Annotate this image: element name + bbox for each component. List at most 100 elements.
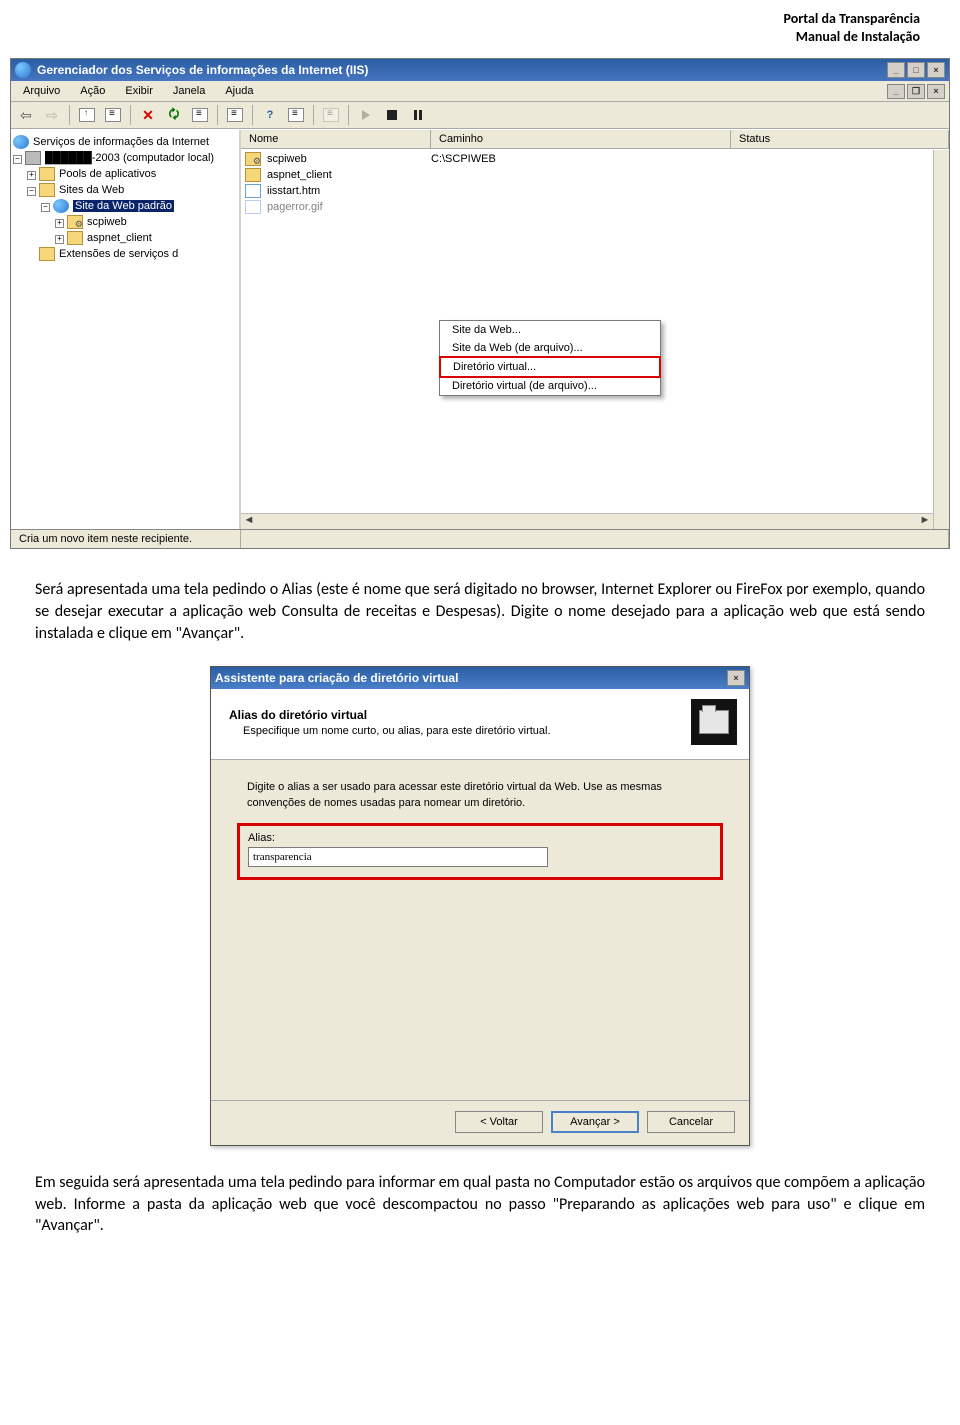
minimize-button[interactable]: _ xyxy=(887,62,905,78)
refresh-icon: 🗘 xyxy=(169,105,180,126)
tree-ext[interactable]: Extensões de serviços d xyxy=(13,246,237,262)
collapse-icon[interactable]: − xyxy=(41,203,50,212)
list-pane: Nome Caminho Status scpiweb C:\SCPIWEB a… xyxy=(241,130,949,529)
iis-icon xyxy=(15,62,31,78)
close-button[interactable]: × xyxy=(927,62,945,78)
menu-acao[interactable]: Ação xyxy=(72,83,113,99)
wizard-heading: Alias do diretório virtual xyxy=(229,708,551,722)
menu-arquivo[interactable]: Arquivo xyxy=(15,83,68,99)
tree-scpiweb-label: scpiweb xyxy=(87,216,127,228)
paragraph-1: Será apresentada uma tela pedindo o Alia… xyxy=(0,549,960,660)
menubar-row: Arquivo Ação Exibir Janela Ajuda _ ❐ × xyxy=(11,81,949,102)
stop-button[interactable] xyxy=(381,104,403,126)
horizontal-scrollbar[interactable]: ◄► xyxy=(241,513,933,529)
statusbar-pane2 xyxy=(241,530,949,548)
list-button[interactable] xyxy=(285,104,307,126)
site-icon xyxy=(53,199,69,213)
expand-icon[interactable]: + xyxy=(55,235,64,244)
properties-button[interactable] xyxy=(102,104,124,126)
tree-default-site[interactable]: − Site da Web padrão xyxy=(13,198,237,214)
submenu-site[interactable]: Site da Web... xyxy=(440,321,660,339)
novo-submenu: Site da Web... Site da Web (de arquivo).… xyxy=(439,320,661,396)
refresh-button[interactable]: 🗘 xyxy=(163,104,185,126)
titlebar: Gerenciador dos Serviços de informações … xyxy=(11,59,949,81)
submenu-site-arquivo[interactable]: Site da Web (de arquivo)... xyxy=(440,339,660,357)
folder-icon xyxy=(67,231,83,245)
menu-janela[interactable]: Janela xyxy=(165,83,213,99)
wizard-close-button[interactable]: × xyxy=(727,670,745,686)
webapp-icon xyxy=(67,215,83,229)
placeholder-icon xyxy=(323,108,339,122)
delete-button[interactable]: ✕ xyxy=(137,104,159,126)
tree-sites-label: Sites da Web xyxy=(59,184,124,196)
back-button[interactable]: < Voltar xyxy=(455,1111,543,1133)
tree-aspnet[interactable]: + aspnet_client xyxy=(13,230,237,246)
list-item[interactable]: scpiweb C:\SCPIWEB xyxy=(241,151,949,167)
tree-pools-label: Pools de aplicativos xyxy=(59,168,156,180)
wizard-header: Alias do diretório virtual Especifique u… xyxy=(211,689,749,760)
list-item[interactable]: pagerror.gif xyxy=(241,199,949,215)
tree-aspnet-label: aspnet_client xyxy=(87,232,152,244)
tree-server[interactable]: − ██████-2003 (computador local) xyxy=(13,150,237,166)
scroll-left-icon: ◄ xyxy=(241,514,257,529)
mdi-restore-button[interactable]: ❐ xyxy=(907,84,925,99)
list-rows: scpiweb C:\SCPIWEB aspnet_client iisstar… xyxy=(241,149,949,217)
export-icon xyxy=(227,108,243,122)
collapse-icon[interactable]: − xyxy=(27,187,36,196)
expand-icon[interactable]: + xyxy=(27,171,36,180)
window-title: Gerenciador dos Serviços de informações … xyxy=(37,63,885,77)
forward-button[interactable]: ⇨ xyxy=(41,104,63,126)
expand-icon[interactable]: + xyxy=(55,219,64,228)
up-button[interactable] xyxy=(76,104,98,126)
pause-button[interactable] xyxy=(407,104,429,126)
menu-exibir[interactable]: Exibir xyxy=(117,83,161,99)
menubar: Arquivo Ação Exibir Janela Ajuda xyxy=(11,81,881,102)
tree-pane: Serviços de informações da Internet − ██… xyxy=(11,130,241,529)
tree-server-label: -2003 (computador local) xyxy=(92,152,214,164)
mdi-close-button[interactable]: × xyxy=(927,84,945,99)
properties-icon xyxy=(105,108,121,122)
tree-scpiweb[interactable]: + scpiweb xyxy=(13,214,237,230)
back-button[interactable]: ⇦ xyxy=(15,104,37,126)
tree-root[interactable]: Serviços de informações da Internet xyxy=(13,134,237,150)
page-header: Portal da Transparência Manual de Instal… xyxy=(0,0,960,50)
vertical-scrollbar[interactable] xyxy=(933,150,949,529)
list-headers: Nome Caminho Status xyxy=(241,130,949,149)
list-item[interactable]: aspnet_client xyxy=(241,167,949,183)
menu-ajuda[interactable]: Ajuda xyxy=(217,83,261,99)
properties2-button[interactable] xyxy=(189,104,211,126)
statusbar: Cria um novo item neste recipiente. xyxy=(11,529,949,548)
maximize-button[interactable]: □ xyxy=(907,62,925,78)
tree-server-redact: ██████ xyxy=(45,152,92,164)
webapp-icon xyxy=(245,152,261,166)
wizard-titlebar: Assistente para criação de diretório vir… xyxy=(211,667,749,689)
play-icon xyxy=(362,110,370,120)
scroll-right-icon: ► xyxy=(917,514,933,529)
folder-icon xyxy=(699,710,729,734)
arrow-right-icon: ⇨ xyxy=(46,107,58,124)
content-panes: Serviços de informações da Internet − ██… xyxy=(11,129,949,529)
next-button[interactable]: Avançar > xyxy=(551,1111,639,1133)
folder-icon xyxy=(39,183,55,197)
tree-sites[interactable]: − Sites da Web xyxy=(13,182,237,198)
list-item[interactable]: iisstart.htm xyxy=(241,183,949,199)
submenu-diretorio-virtual[interactable]: Diretório virtual... xyxy=(439,356,661,378)
wizard-title: Assistente para criação de diretório vir… xyxy=(215,671,725,685)
collapse-icon[interactable]: − xyxy=(13,155,22,164)
play-button[interactable] xyxy=(355,104,377,126)
col-caminho[interactable]: Caminho xyxy=(431,130,731,148)
export-button[interactable] xyxy=(224,104,246,126)
help-button[interactable]: ? xyxy=(259,104,281,126)
col-status[interactable]: Status xyxy=(731,130,949,148)
arrow-left-icon: ⇦ xyxy=(20,107,32,124)
cancel-button[interactable]: Cancelar xyxy=(647,1111,735,1133)
page-header-line2: Manual de Instalação xyxy=(0,28,920,46)
tree-pools[interactable]: + Pools de aplicativos xyxy=(13,166,237,182)
col-nome[interactable]: Nome xyxy=(241,130,431,148)
mdi-minimize-button[interactable]: _ xyxy=(887,84,905,99)
alias-input[interactable] xyxy=(248,847,548,867)
htm-file-icon xyxy=(245,184,261,198)
gif-file-icon xyxy=(245,200,261,214)
submenu-diretorio-arquivo[interactable]: Diretório virtual (de arquivo)... xyxy=(440,377,660,395)
mdi-child-controls: _ ❐ × xyxy=(881,81,949,102)
